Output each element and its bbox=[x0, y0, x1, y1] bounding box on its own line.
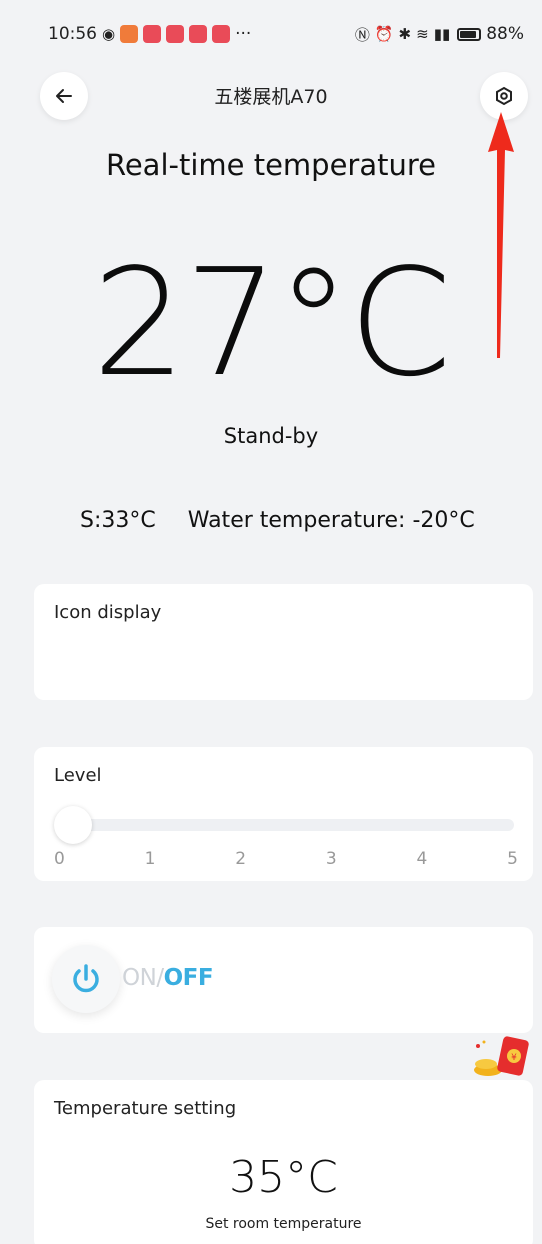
red-packet-icon[interactable]: ¥ bbox=[470, 1034, 532, 1080]
app-notification-icon bbox=[166, 25, 185, 43]
level-slider-track[interactable] bbox=[58, 819, 514, 831]
level-card: Level 0 1 2 3 4 5 bbox=[34, 747, 533, 881]
level-tick: 4 bbox=[416, 849, 428, 869]
level-tick: 0 bbox=[54, 849, 65, 869]
battery-percent: 88% bbox=[486, 24, 524, 44]
set-temperature-value[interactable]: 35°C bbox=[34, 1152, 533, 1203]
temperature-readouts: S:33°C Water temperature: -20°C bbox=[80, 508, 475, 533]
level-tick: 5 bbox=[507, 849, 518, 869]
level-label: Level bbox=[54, 765, 102, 786]
icon-display-card: Icon display bbox=[34, 584, 533, 700]
power-state-label: ON/OFF bbox=[122, 965, 214, 991]
nfc-icon: Ⓝ bbox=[354, 25, 370, 44]
power-button[interactable] bbox=[52, 945, 120, 1013]
temperature-setting-card: Temperature setting 35°C Set room temper… bbox=[34, 1080, 533, 1244]
level-tick: 1 bbox=[144, 849, 156, 869]
app-notification-icon bbox=[189, 25, 208, 43]
battery-icon bbox=[457, 27, 482, 41]
status-time: 10:56 bbox=[48, 24, 97, 44]
level-tick: 2 bbox=[235, 849, 247, 869]
on-label: ON bbox=[122, 965, 157, 991]
current-temperature: 27°C bbox=[92, 237, 452, 409]
header: 五楼展机A70 bbox=[0, 72, 542, 124]
off-label: OFF bbox=[163, 965, 214, 991]
water-temperature-readout: Water temperature: -20°C bbox=[187, 508, 475, 533]
app-notification-icon bbox=[212, 25, 231, 43]
signal-icon: ▮▮ bbox=[433, 25, 451, 43]
set-temperature-caption: Set room temperature bbox=[205, 1216, 362, 1232]
status-left: 10:56 ◉ ··· bbox=[48, 24, 251, 44]
page-title: 五楼展机A70 bbox=[214, 86, 328, 108]
level-ticks: 0 1 2 3 4 5 bbox=[54, 849, 518, 869]
level-tick: 3 bbox=[325, 849, 337, 869]
alarm-icon: ⏰ bbox=[374, 25, 394, 43]
level-slider-thumb[interactable] bbox=[54, 806, 92, 844]
app-notification-icon bbox=[143, 25, 162, 43]
app-notification-icon bbox=[120, 25, 139, 43]
on-off-separator: / bbox=[156, 965, 164, 991]
hexagon-settings-icon bbox=[496, 86, 512, 106]
mode-status: Stand-by bbox=[223, 424, 319, 448]
icon-display-label: Icon display bbox=[54, 602, 162, 623]
bluetooth-icon: ✱ bbox=[398, 25, 412, 43]
status-bar: 10:56 ◉ ··· Ⓝ ⏰ ✱ ≋ ▮▮ 88% bbox=[0, 0, 542, 68]
power-icon bbox=[73, 964, 99, 993]
power-card: ON/OFF bbox=[34, 927, 533, 1033]
temperature-setting-label: Temperature setting bbox=[54, 1098, 237, 1119]
eye-icon: ◉ bbox=[102, 25, 116, 43]
wifi-icon: ≋ bbox=[416, 25, 429, 43]
more-notifications: ··· bbox=[235, 24, 252, 44]
svg-text:¥: ¥ bbox=[511, 1053, 517, 1063]
set-temperature-readout: S:33°C bbox=[80, 508, 156, 533]
status-right: Ⓝ ⏰ ✱ ≋ ▮▮ 88% bbox=[355, 24, 524, 45]
realtime-title: Real-time temperature bbox=[105, 148, 436, 182]
